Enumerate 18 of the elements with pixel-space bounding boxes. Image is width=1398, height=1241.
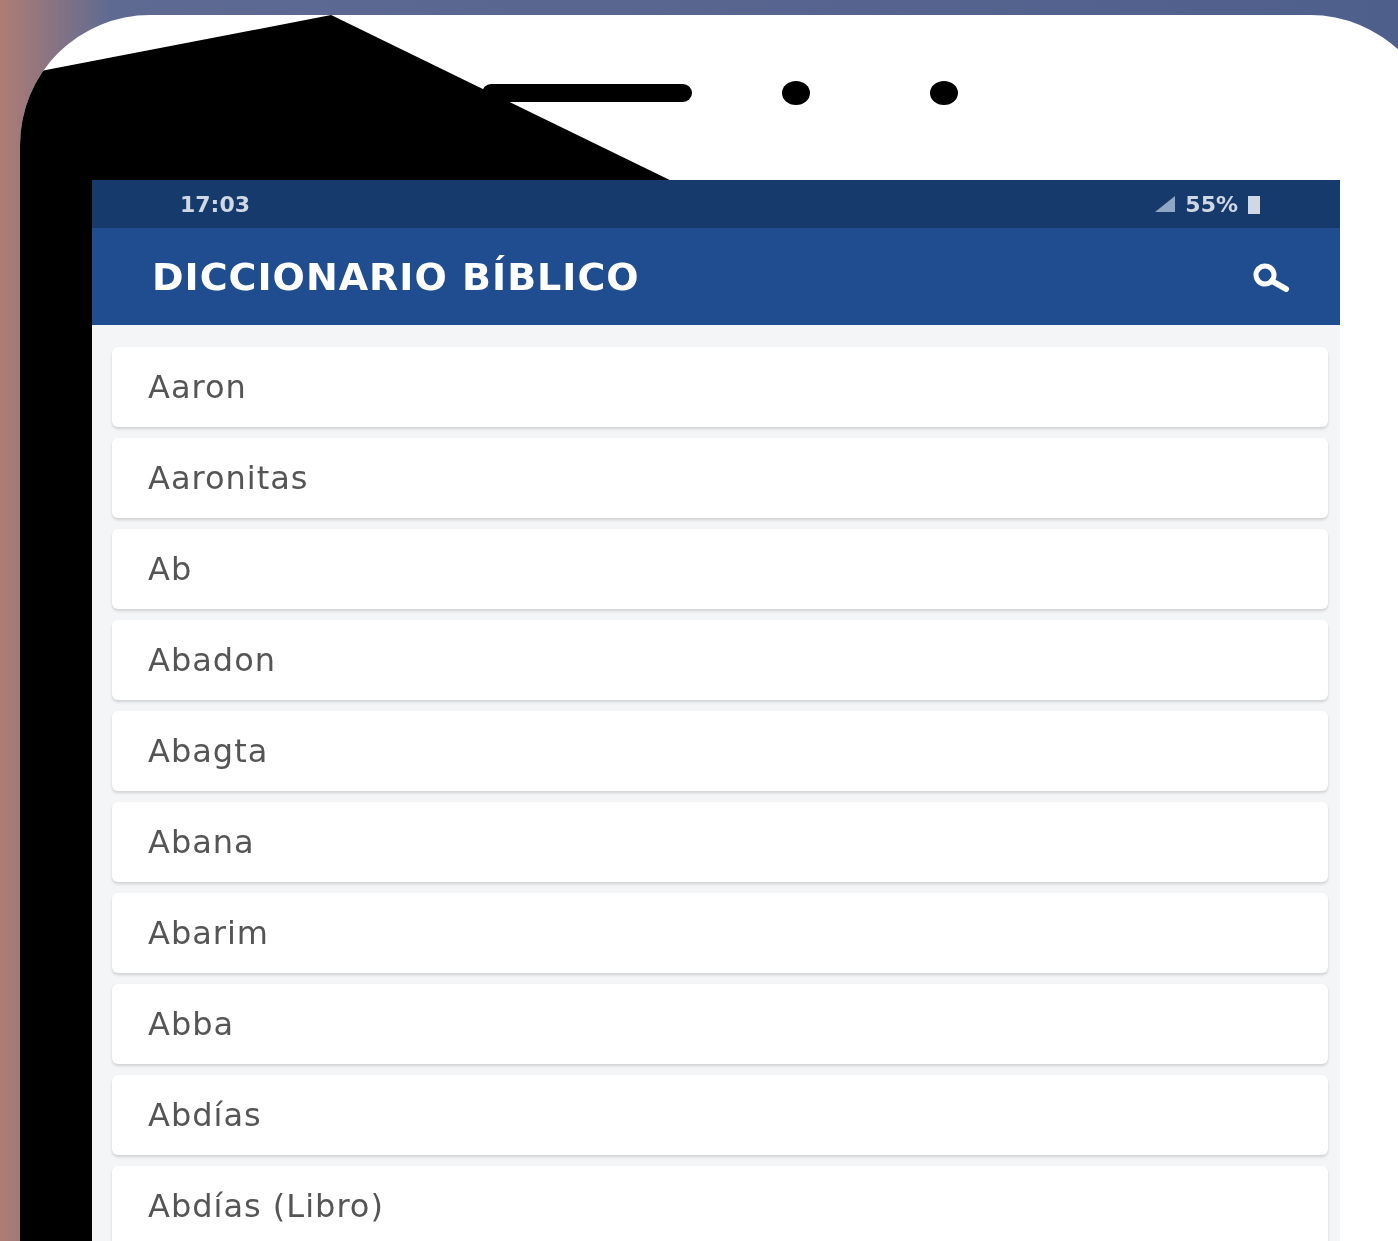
camera-icon: [930, 80, 958, 105]
dictionary-entry[interactable]: Aaronitas: [112, 438, 1328, 518]
dictionary-entry[interactable]: Abba: [112, 984, 1328, 1064]
dictionary-entry[interactable]: Abdías: [112, 1075, 1328, 1155]
dictionary-entry[interactable]: Abadon: [112, 620, 1328, 700]
battery-icon: [1248, 194, 1260, 214]
dictionary-entry[interactable]: Abagta: [112, 711, 1328, 791]
status-time: 17:03: [180, 191, 251, 217]
sensor-icon: [782, 80, 810, 105]
app-title: DICCIONARIO BÍBLICO: [152, 254, 640, 299]
dictionary-entry[interactable]: Ab: [112, 529, 1328, 609]
dictionary-entry[interactable]: Abarim: [112, 893, 1328, 973]
signal-icon: [1155, 196, 1176, 212]
dictionary-entry[interactable]: Aaron: [112, 347, 1328, 427]
dictionary-entry[interactable]: Abdías (Libro): [112, 1166, 1328, 1241]
speaker-icon: [482, 83, 692, 102]
dictionary-entry[interactable]: Abana: [112, 802, 1328, 882]
battery-text: 55%: [1185, 191, 1238, 217]
